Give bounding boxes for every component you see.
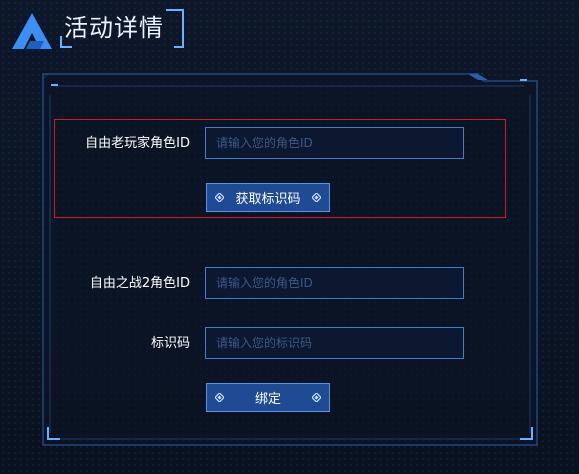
bind-button-label: 绑定 [254, 392, 281, 407]
page-title: 活动详情 [64, 14, 164, 42]
old-player-id-input[interactable] [205, 127, 464, 159]
page-header: 活动详情 [0, 0, 200, 56]
get-code-button[interactable]: 获取标识码 [206, 183, 330, 212]
bind-button[interactable]: 绑定 [206, 383, 330, 412]
old-player-id-label: 自由老玩家角色ID [85, 136, 190, 151]
diamond-icon [215, 393, 224, 402]
code-input[interactable] [205, 327, 464, 359]
diamond-icon [215, 193, 224, 202]
diamond-icon [312, 393, 321, 402]
ff2-id-input[interactable] [205, 267, 464, 299]
code-label: 标识码 [150, 336, 190, 351]
get-code-button-label: 获取标识码 [235, 192, 301, 207]
logo-icon [12, 13, 52, 49]
diamond-icon [312, 193, 321, 202]
ff2-id-label: 自由之战2角色ID [89, 276, 190, 291]
